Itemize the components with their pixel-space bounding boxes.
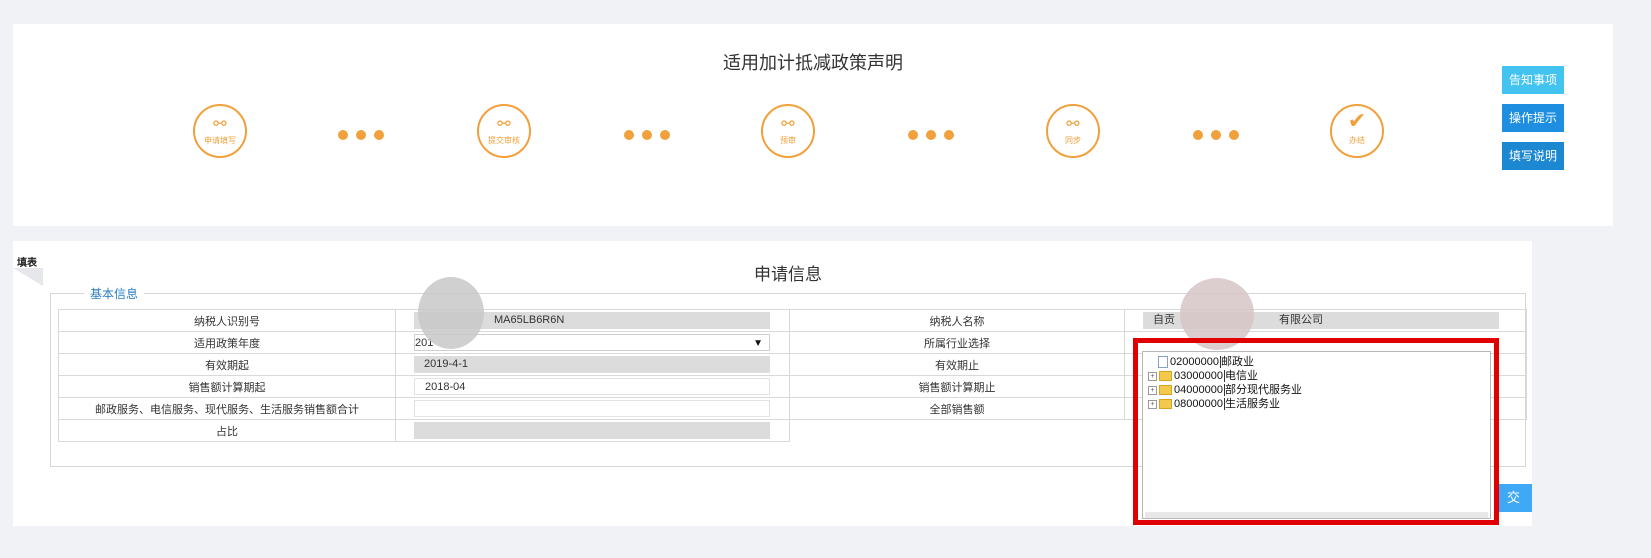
tree-item-life-services[interactable]: +08000000 生活服务业	[1148, 398, 1280, 411]
progress-panel: 适用加计抵减政策声明 ⚯ 申请填写 ⚯ 提交审核 ⚯ 预审 ⚯ 同步 ✔ 办结	[13, 24, 1613, 226]
tab-fold	[13, 268, 43, 286]
services-total-label: 邮政服务、电信服务、现代服务、生活服务销售额合计	[58, 397, 396, 420]
tips-button[interactable]: 操作提示	[1502, 104, 1564, 132]
fieldset-legend: 基本信息	[84, 285, 145, 302]
policy-year-label: 适用政策年度	[58, 331, 396, 354]
expand-icon[interactable]: +	[1148, 371, 1157, 381]
industry-tree-dropdown[interactable]: 02000000 邮政业 +03000000 电信业 +04000000 部分现代服务…	[1142, 351, 1491, 519]
tab-fill-form[interactable]: 填表	[17, 254, 37, 269]
tree-item-postal[interactable]: 02000000 邮政业	[1148, 356, 1254, 369]
taxpayer-id-label: 纳税人识别号	[58, 309, 396, 332]
total-sales-label: 全部销售额	[789, 397, 1125, 420]
folder-icon	[1159, 399, 1172, 410]
notice-button[interactable]: 告知事项	[1502, 66, 1564, 94]
flow-icon: ⚯	[497, 116, 511, 133]
folder-icon	[1159, 385, 1172, 396]
flow-icon: ⚯	[213, 116, 227, 133]
step-connector	[624, 130, 674, 140]
taxpayer-name-prefix: 自贡	[1153, 314, 1175, 326]
step-connector	[908, 130, 958, 140]
step-label: 同步	[1065, 136, 1081, 145]
dropdown-arrow-icon: ▼	[753, 338, 763, 349]
step-label: 提交审核	[488, 136, 520, 145]
flow-icon: ⚯	[1066, 116, 1080, 133]
submit-button[interactable]: 交	[1495, 484, 1532, 512]
step-label: 办结	[1349, 136, 1365, 145]
step-label: 预审	[780, 136, 796, 145]
services-total-input[interactable]	[414, 400, 770, 417]
guide-button[interactable]: 填写说明	[1502, 142, 1564, 170]
taxpayer-name-suffix: 有限公司	[1279, 314, 1323, 326]
valid-start-field: 2019-4-1	[414, 356, 770, 373]
step-sync: ⚯ 同步	[1046, 104, 1100, 158]
ratio-label: 占比	[58, 419, 396, 442]
tree-item-modern-services[interactable]: +04000000 部分现代服务业	[1148, 384, 1302, 397]
industry-label: 所属行业选择	[789, 331, 1125, 354]
redaction-blur	[1180, 278, 1254, 350]
expand-icon[interactable]: +	[1148, 385, 1157, 395]
sales-start-input[interactable]: 2018-04	[414, 378, 770, 395]
folder-icon	[1159, 371, 1172, 382]
tree-scrollbar[interactable]	[1145, 512, 1488, 518]
step-submit-review: ⚯ 提交审核	[477, 104, 531, 158]
page-title: 适用加计抵减政策声明	[723, 53, 903, 73]
step-apply: ⚯ 申请填写	[193, 104, 247, 158]
taxpayer-name-label: 纳税人名称	[789, 309, 1125, 332]
step-pre-review: ⚯ 预审	[761, 104, 815, 158]
check-icon: ✔	[1347, 108, 1367, 133]
expand-icon[interactable]: +	[1148, 399, 1157, 409]
step-connector	[338, 130, 388, 140]
step-label: 申请填写	[204, 136, 236, 145]
table-row: 纳税人识别号 MA65LB6R6N 纳税人名称 自贡 有限公司	[58, 309, 1527, 332]
flow-icon: ⚯	[781, 116, 795, 133]
step-done: ✔ 办结	[1330, 104, 1384, 158]
redaction-blur	[418, 277, 484, 349]
document-icon	[1158, 356, 1168, 369]
step-connector	[1193, 130, 1243, 140]
sales-start-label: 销售额计算期起	[58, 375, 396, 398]
valid-end-label: 有效期止	[789, 353, 1125, 376]
valid-start-label: 有效期起	[58, 353, 396, 376]
tree-item-telecom[interactable]: +03000000 电信业	[1148, 370, 1258, 383]
ratio-field	[414, 422, 770, 439]
section-title: 申请信息	[754, 265, 822, 284]
sales-end-label: 销售额计算期止	[789, 375, 1125, 398]
